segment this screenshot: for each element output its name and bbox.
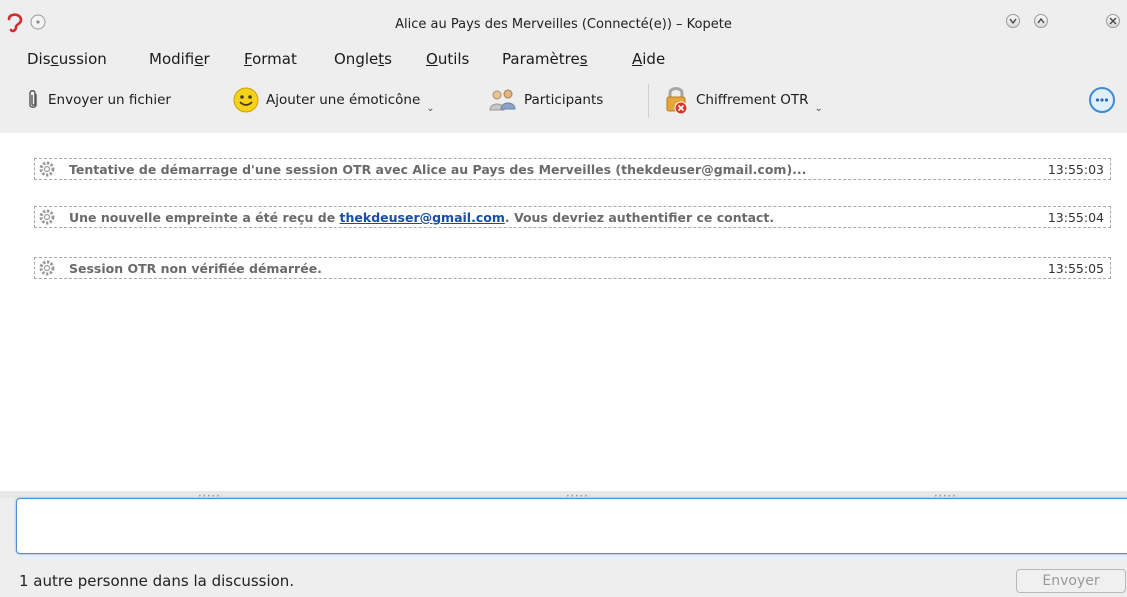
message-timestamp: 13:55:05 [1047, 261, 1104, 276]
message-timestamp: 13:55:03 [1047, 162, 1104, 177]
chat-status-button[interactable] [1087, 78, 1117, 122]
chat-bubble-icon [1089, 87, 1115, 113]
email-link[interactable]: thekdeuser@gmail.com [340, 210, 505, 225]
chevron-down-icon [1009, 18, 1017, 25]
menu-parametres[interactable]: Paramètres [502, 50, 588, 68]
system-message: Session OTR non vérifiée démarrée. 13:55… [34, 257, 1111, 279]
add-emoticon-label: Ajouter une émoticône [266, 92, 421, 108]
paperclip-icon [29, 90, 37, 108]
chat-history[interactable]: Tentative de démarrage d'une session OTR… [0, 133, 1127, 491]
window-title: Alice au Pays des Merveilles (Connecté(e… [395, 17, 732, 32]
participant-count-text: 1 autre personne dans la discussion. [19, 572, 295, 590]
menu-aide[interactable]: Aide [632, 50, 665, 68]
message-text-before: Une nouvelle empreinte a été reçu de [69, 210, 340, 225]
close-icon [1109, 17, 1117, 25]
gear-icon [37, 259, 57, 280]
menu-discussion[interactable]: Discussion [27, 50, 107, 68]
message-timestamp: 13:55:04 [1047, 210, 1104, 225]
toolbar: Envoyer un fichier Ajouter une émoticône… [0, 78, 1127, 124]
menu-modifier[interactable]: Modifier [149, 50, 210, 68]
toolbar-separator [648, 84, 649, 118]
otr-label: Chiffrement OTR [696, 92, 809, 108]
participants-icon [489, 89, 516, 111]
system-message: Une nouvelle empreinte a été reçu de the… [34, 206, 1111, 228]
splitter-handle[interactable]: ••••• ••••• ••••• [0, 491, 1127, 500]
chevron-up-icon [1037, 17, 1045, 24]
close-button[interactable] [1106, 14, 1120, 28]
participants-button[interactable]: Participants [488, 78, 603, 122]
menu-outils[interactable]: Outils [426, 50, 469, 68]
chevron-down-icon[interactable]: ⌄ [426, 103, 434, 114]
chevron-down-icon[interactable]: ⌄ [814, 103, 822, 114]
system-message: Tentative de démarrage d'une session OTR… [34, 158, 1111, 180]
menu-bar: Discussion Modifier Format Onglets Outil… [0, 44, 1127, 72]
minimize-button[interactable] [1006, 14, 1020, 28]
status-bar: 1 autre personne dans la discussion. [0, 560, 1127, 597]
send-file-label: Envoyer un fichier [48, 92, 171, 108]
title-bar: Alice au Pays des Merveilles (Connecté(e… [0, 0, 1127, 40]
message-text: Une nouvelle empreinte a été reçu de the… [69, 210, 774, 225]
message-text: Tentative de démarrage d'une session OTR… [69, 162, 807, 177]
message-text: Session OTR non vérifiée démarrée. [69, 261, 322, 276]
lock-icon [666, 87, 688, 115]
menu-onglets[interactable]: Onglets [334, 50, 392, 68]
send-file-button[interactable]: Envoyer un fichier [26, 78, 171, 122]
add-emoticon-button[interactable]: Ajouter une émoticône ⌄ [232, 78, 435, 122]
send-button[interactable]: Envoyer [1016, 569, 1126, 593]
smiley-icon [233, 87, 259, 113]
message-input[interactable] [16, 498, 1127, 554]
maximize-button[interactable] [1034, 14, 1048, 28]
participants-label: Participants [524, 92, 604, 108]
otr-encryption-button[interactable]: Chiffrement OTR ⌄ [664, 78, 823, 122]
gear-icon [37, 160, 57, 181]
menu-format[interactable]: Format [244, 50, 297, 68]
message-text-after: . Vous devriez authentifier ce contact. [504, 210, 775, 225]
gear-icon [37, 208, 57, 229]
